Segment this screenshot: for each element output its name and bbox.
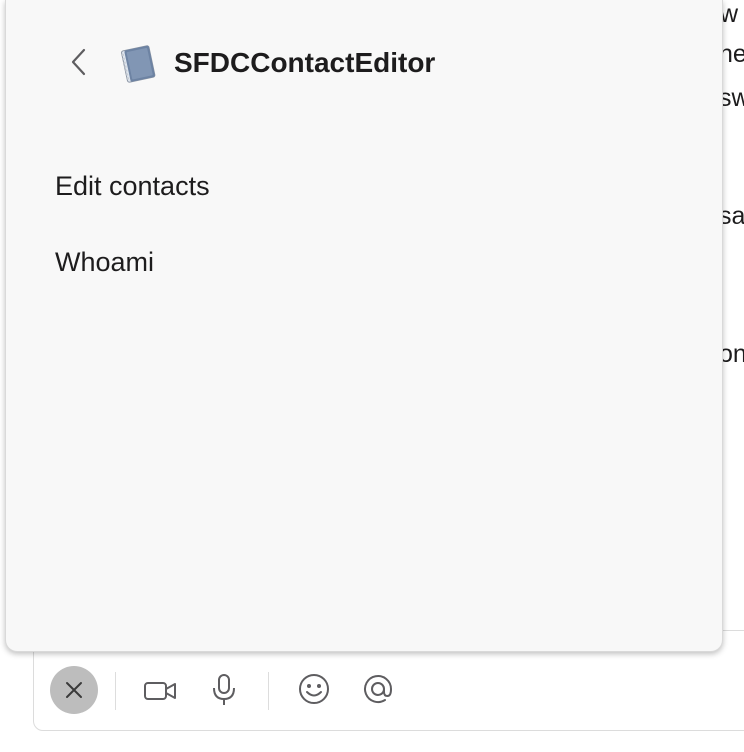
audio-clip-button[interactable] — [206, 670, 242, 710]
microphone-icon — [213, 674, 235, 705]
notebook-icon — [121, 45, 156, 83]
menu-item-whoami[interactable]: Whoami — [55, 244, 154, 280]
toolbar-divider — [115, 672, 116, 710]
back-button[interactable] — [62, 44, 96, 80]
toolbar-divider — [268, 672, 269, 710]
mention-button[interactable] — [359, 670, 397, 708]
mention-icon — [364, 675, 393, 703]
menu-item-edit-contacts[interactable]: Edit contacts — [55, 168, 210, 204]
close-icon — [66, 682, 82, 698]
emoji-button[interactable] — [295, 670, 333, 708]
app-icon — [118, 43, 158, 83]
chevron-left-icon — [71, 48, 86, 76]
close-shortcuts-button[interactable] — [50, 666, 98, 714]
video-clip-button[interactable] — [140, 672, 180, 710]
app-shortcuts-panel — [5, 0, 723, 652]
emoji-icon — [299, 674, 329, 704]
video-icon — [144, 682, 176, 700]
app-title: SFDCContactEditor — [174, 47, 436, 78]
